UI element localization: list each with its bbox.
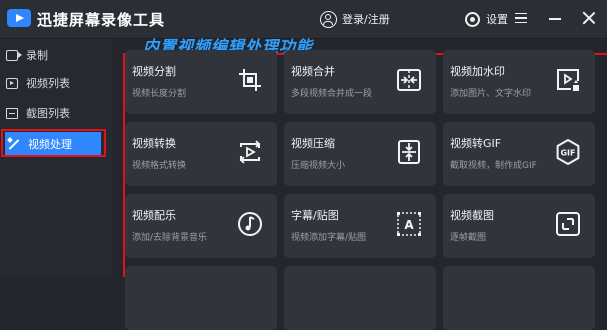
settings-label: 设置 [486,13,508,26]
card-title: 视频配乐 [132,209,176,222]
card-video-music[interactable]: 视频配乐 添加/去除背景音乐 [125,194,277,258]
card-title: 视频分割 [132,65,176,78]
screenshot-list-icon [6,107,18,119]
card-title: 视频压缩 [291,137,335,150]
card-video-to-gif[interactable]: 视频转GIF 截取视频，制作成GIF GIF [443,122,595,186]
card-desc: 多段视频合并成一段 [291,89,373,99]
app-logo-icon [7,9,31,27]
card-video-merge[interactable]: 视频合并 多段视频合并成一段 [284,50,436,114]
gear-icon [465,11,480,27]
user-icon [320,10,337,28]
card-row4-3[interactable] [443,266,595,330]
sidebar: 录制 视频列表 截图列表 视频处理 [0,39,113,277]
card-desc: 视频添加字幕/贴图 [291,233,367,243]
card-subtitle-sticker[interactable]: 字幕/贴图 视频添加字幕/贴图 A [284,194,436,258]
card-title: 视频转GIF [450,137,502,150]
card-title: 视频合并 [291,65,335,78]
card-desc: 压缩视频大小 [291,161,346,171]
app-title: 迅捷屏幕录像工具 [37,11,166,29]
sidebar-item-label: 截图列表 [26,107,70,120]
crop-icon [237,67,263,93]
compress-icon [396,139,422,165]
minimize-icon[interactable] [549,18,561,20]
card-video-watermark[interactable]: 视频加水印 添加图片、文字水印 [443,50,595,114]
card-desc: 截取视频，制作成GIF [450,161,537,171]
login-button[interactable]: 登录/注册 [320,9,390,29]
settings-button[interactable]: 设置 [465,9,508,29]
card-row4-2[interactable] [284,266,436,330]
card-video-screenshot[interactable]: 视频截图 逐帧截图 [443,194,595,258]
card-title: 字幕/贴图 [291,209,339,222]
login-label: 登录/注册 [342,13,390,26]
svg-text:A: A [404,218,414,232]
card-desc: 添加/去除背景音乐 [132,233,208,243]
subtitle-icon: A [396,211,422,237]
record-icon [6,49,22,61]
sidebar-item-screenshot-list[interactable]: 截图列表 [6,102,70,124]
card-desc: 添加图片、文字水印 [450,89,532,99]
sidebar-item-label: 视频列表 [26,77,70,90]
card-desc: 视频格式转换 [132,161,187,171]
card-title: 视频加水印 [450,65,505,78]
sidebar-item-label: 录制 [26,49,48,62]
svg-text:GIF: GIF [560,149,575,158]
close-icon[interactable] [582,11,596,25]
card-video-compress[interactable]: 视频压缩 压缩视频大小 [284,122,436,186]
card-row4-1[interactable] [125,266,277,330]
card-desc: 视频长度分割 [132,89,187,99]
card-video-convert[interactable]: 视频转换 视频格式转换 [125,122,277,186]
card-title: 视频转换 [132,137,176,150]
music-icon [237,211,263,237]
sidebar-item-record[interactable]: 录制 [6,44,48,66]
convert-icon [237,139,263,165]
watermark-icon [555,67,581,93]
active-item-highlight [1,129,106,157]
sidebar-item-video-list[interactable]: 视频列表 [6,72,70,94]
card-desc: 逐帧截图 [450,233,487,243]
card-video-split[interactable]: 视频分割 视频长度分割 [125,50,277,114]
gif-icon: GIF [555,139,581,165]
video-list-icon [6,77,18,89]
merge-icon [396,67,422,93]
menu-icon[interactable] [515,13,527,23]
card-title: 视频截图 [450,209,494,222]
screenshot-icon [555,211,581,237]
